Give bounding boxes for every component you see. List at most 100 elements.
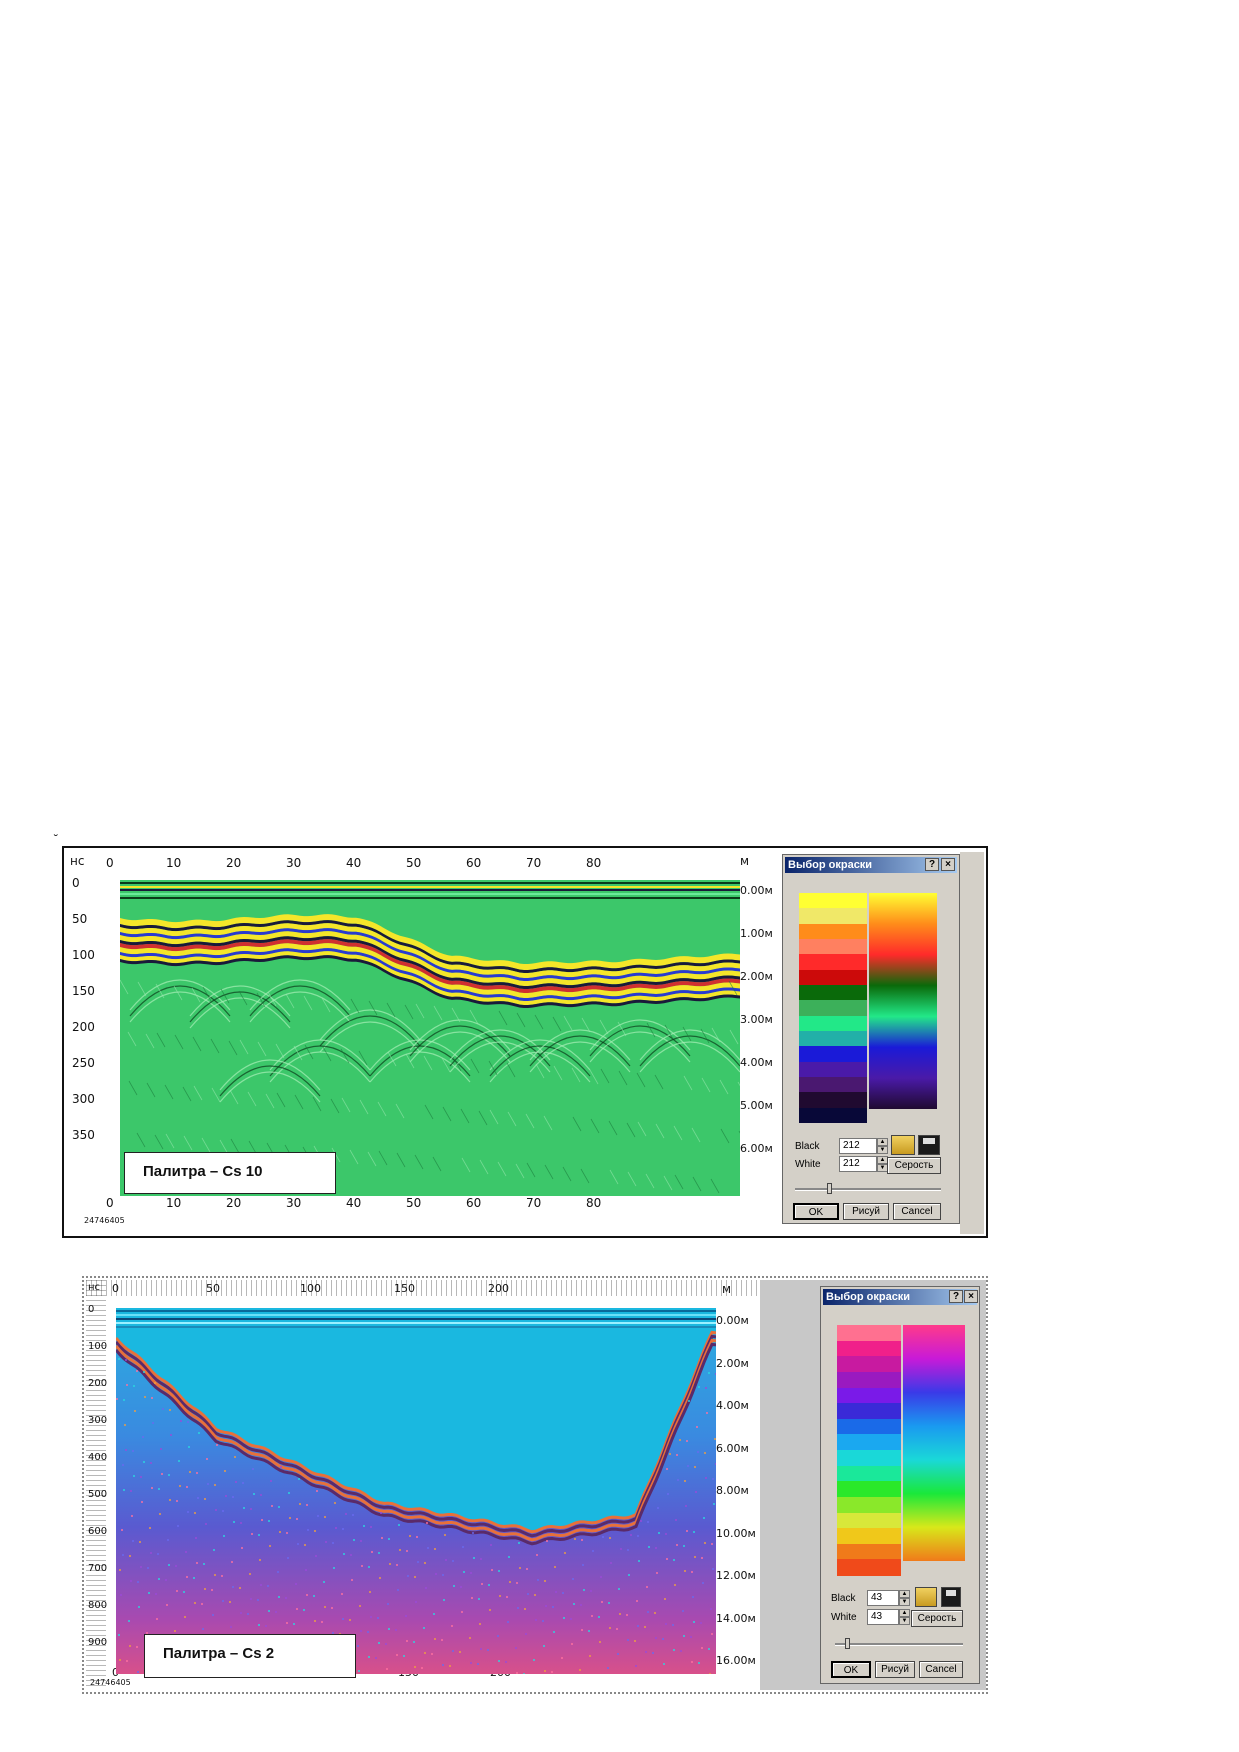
palette-swatch[interactable] xyxy=(799,1077,867,1093)
white-spin-up[interactable]: ▲ xyxy=(899,1609,910,1617)
y-tick-label: 500 xyxy=(88,1489,108,1500)
palette-swatch[interactable] xyxy=(837,1559,901,1576)
depth-tick-label: 5.00м xyxy=(740,1099,773,1112)
palette-swatches[interactable] xyxy=(837,1325,901,1576)
x-tick-label: 70 xyxy=(526,1196,542,1210)
x-tick-label: 10 xyxy=(166,856,182,870)
radargram-axes: нс м 0 50 100 150 200 0 100 200 300 400 500 600 700… xyxy=(86,1280,760,1690)
depth-tick-label: 3.00м xyxy=(740,1013,773,1026)
ok-button[interactable]: OK xyxy=(831,1661,871,1678)
help-button[interactable]: ? xyxy=(949,1290,963,1303)
palette-swatch[interactable] xyxy=(837,1528,901,1545)
radargram-image xyxy=(116,1308,716,1674)
y-unit-label: нс xyxy=(88,1282,101,1293)
palette-swatch[interactable] xyxy=(837,1356,901,1373)
palette-swatch[interactable] xyxy=(837,1481,901,1498)
palette-swatch[interactable] xyxy=(837,1325,901,1342)
black-spin-up[interactable]: ▲ xyxy=(877,1138,888,1146)
x-tick-label: 50 xyxy=(206,1282,220,1295)
radargram-panel-cs10: нс м 0 10 20 30 40 50 60 70 80 0 50 100 150 200 250 30… xyxy=(62,846,988,1238)
y-tick-label: 150 xyxy=(72,984,95,998)
black-spin-down[interactable]: ▼ xyxy=(877,1146,888,1154)
palette-swatch[interactable] xyxy=(799,1031,867,1047)
x-tick-label: 100 xyxy=(300,1282,321,1295)
depth-tick-label: 14.00м xyxy=(716,1611,756,1625)
close-icon[interactable]: × xyxy=(964,1290,978,1303)
palette-swatch[interactable] xyxy=(799,985,867,1001)
palette-swatch[interactable] xyxy=(837,1418,901,1435)
x-tick-label: 50 xyxy=(406,856,422,870)
cancel-button[interactable]: Cancel xyxy=(919,1661,963,1678)
y-tick-label: 800 xyxy=(88,1600,108,1611)
black-spin-down[interactable]: ▼ xyxy=(899,1598,910,1606)
white-input[interactable]: 212 xyxy=(839,1156,877,1172)
palette-swatch[interactable] xyxy=(837,1387,901,1404)
y-tick-label: 200 xyxy=(72,1020,95,1034)
save-disk-icon[interactable] xyxy=(918,1135,940,1155)
black-spin-up[interactable]: ▲ xyxy=(899,1590,910,1598)
draw-button[interactable]: Рисуй xyxy=(843,1203,889,1220)
panel1-right-margin xyxy=(960,852,984,1234)
palette-swatch[interactable] xyxy=(837,1403,901,1420)
palette-swatch[interactable] xyxy=(837,1543,901,1560)
ok-button[interactable]: OK xyxy=(793,1203,839,1220)
x-tick-label: 40 xyxy=(346,856,362,870)
palette-swatch[interactable] xyxy=(799,1061,867,1078)
palette-swatch[interactable] xyxy=(799,1000,867,1017)
slider-track[interactable] xyxy=(795,1188,941,1191)
gray-button[interactable]: Серость xyxy=(911,1610,963,1627)
open-folder-icon[interactable] xyxy=(915,1587,937,1607)
black-input[interactable]: 212 xyxy=(839,1138,877,1154)
black-input[interactable]: 43 xyxy=(867,1590,899,1606)
x-tick-label: 40 xyxy=(346,1196,362,1210)
radargram-image xyxy=(120,880,740,1196)
save-disk-icon[interactable] xyxy=(941,1587,961,1607)
palette-swatch[interactable] xyxy=(799,1015,867,1032)
gray-button[interactable]: Серость xyxy=(887,1157,941,1174)
x-unit-label: м xyxy=(740,854,750,868)
palette-dialog[interactable]: Выбор окраски ? × Black 43 ▲ ▼ White 43 … xyxy=(820,1286,980,1684)
x-tick-label: 10 xyxy=(166,1196,182,1210)
palette-swatch[interactable] xyxy=(837,1371,901,1388)
y-tick-label: 200 xyxy=(88,1378,108,1389)
slider-track[interactable] xyxy=(835,1643,963,1646)
palette-swatch[interactable] xyxy=(799,908,867,925)
white-spin-down[interactable]: ▼ xyxy=(899,1617,910,1625)
close-icon[interactable]: × xyxy=(941,858,955,871)
palette-swatch[interactable] xyxy=(799,954,867,971)
y-tick-label: 350 xyxy=(72,1128,95,1142)
palette-swatches[interactable] xyxy=(799,893,867,1124)
palette-dialog[interactable]: Выбор окраски ? × Black 212 ▲ ▼ White 21… xyxy=(782,854,960,1224)
palette-swatch[interactable] xyxy=(799,1046,867,1063)
open-folder-icon[interactable] xyxy=(891,1135,915,1155)
black-label: Black xyxy=(831,1593,856,1604)
palette-swatch[interactable] xyxy=(837,1340,901,1357)
y-tick-label: 0 xyxy=(72,876,80,890)
palette-swatch[interactable] xyxy=(799,939,867,955)
cancel-button[interactable]: Cancel xyxy=(893,1203,941,1220)
palette-swatch[interactable] xyxy=(799,1092,867,1109)
palette-swatch[interactable] xyxy=(799,923,867,940)
x-tick-label: 50 xyxy=(406,1196,422,1210)
slider-thumb[interactable] xyxy=(827,1183,833,1194)
axis-hatch-top xyxy=(86,1280,760,1296)
y-tick-label: 50 xyxy=(72,912,88,926)
palette-swatch[interactable] xyxy=(837,1512,901,1529)
palette-caption: Палитра – Cs 2 xyxy=(144,1634,356,1678)
slider-thumb[interactable] xyxy=(845,1638,851,1649)
white-input[interactable]: 43 xyxy=(867,1609,899,1625)
depth-tick-label: 2.00м xyxy=(740,970,773,983)
palette-swatch[interactable] xyxy=(799,1107,867,1124)
depth-tick-label: 6.00м xyxy=(716,1441,749,1455)
depth-tick-label: 0.00м xyxy=(740,884,773,897)
palette-swatch[interactable] xyxy=(837,1434,901,1451)
depth-tick-label: 4.00м xyxy=(716,1399,749,1412)
help-button[interactable]: ? xyxy=(925,858,939,871)
palette-swatch[interactable] xyxy=(837,1465,901,1482)
y-unit-label: нс xyxy=(70,854,85,868)
palette-swatch[interactable] xyxy=(837,1496,901,1513)
draw-button[interactable]: Рисуй xyxy=(875,1661,915,1678)
palette-swatch[interactable] xyxy=(799,893,867,909)
palette-swatch[interactable] xyxy=(837,1450,901,1467)
palette-swatch[interactable] xyxy=(799,969,867,986)
